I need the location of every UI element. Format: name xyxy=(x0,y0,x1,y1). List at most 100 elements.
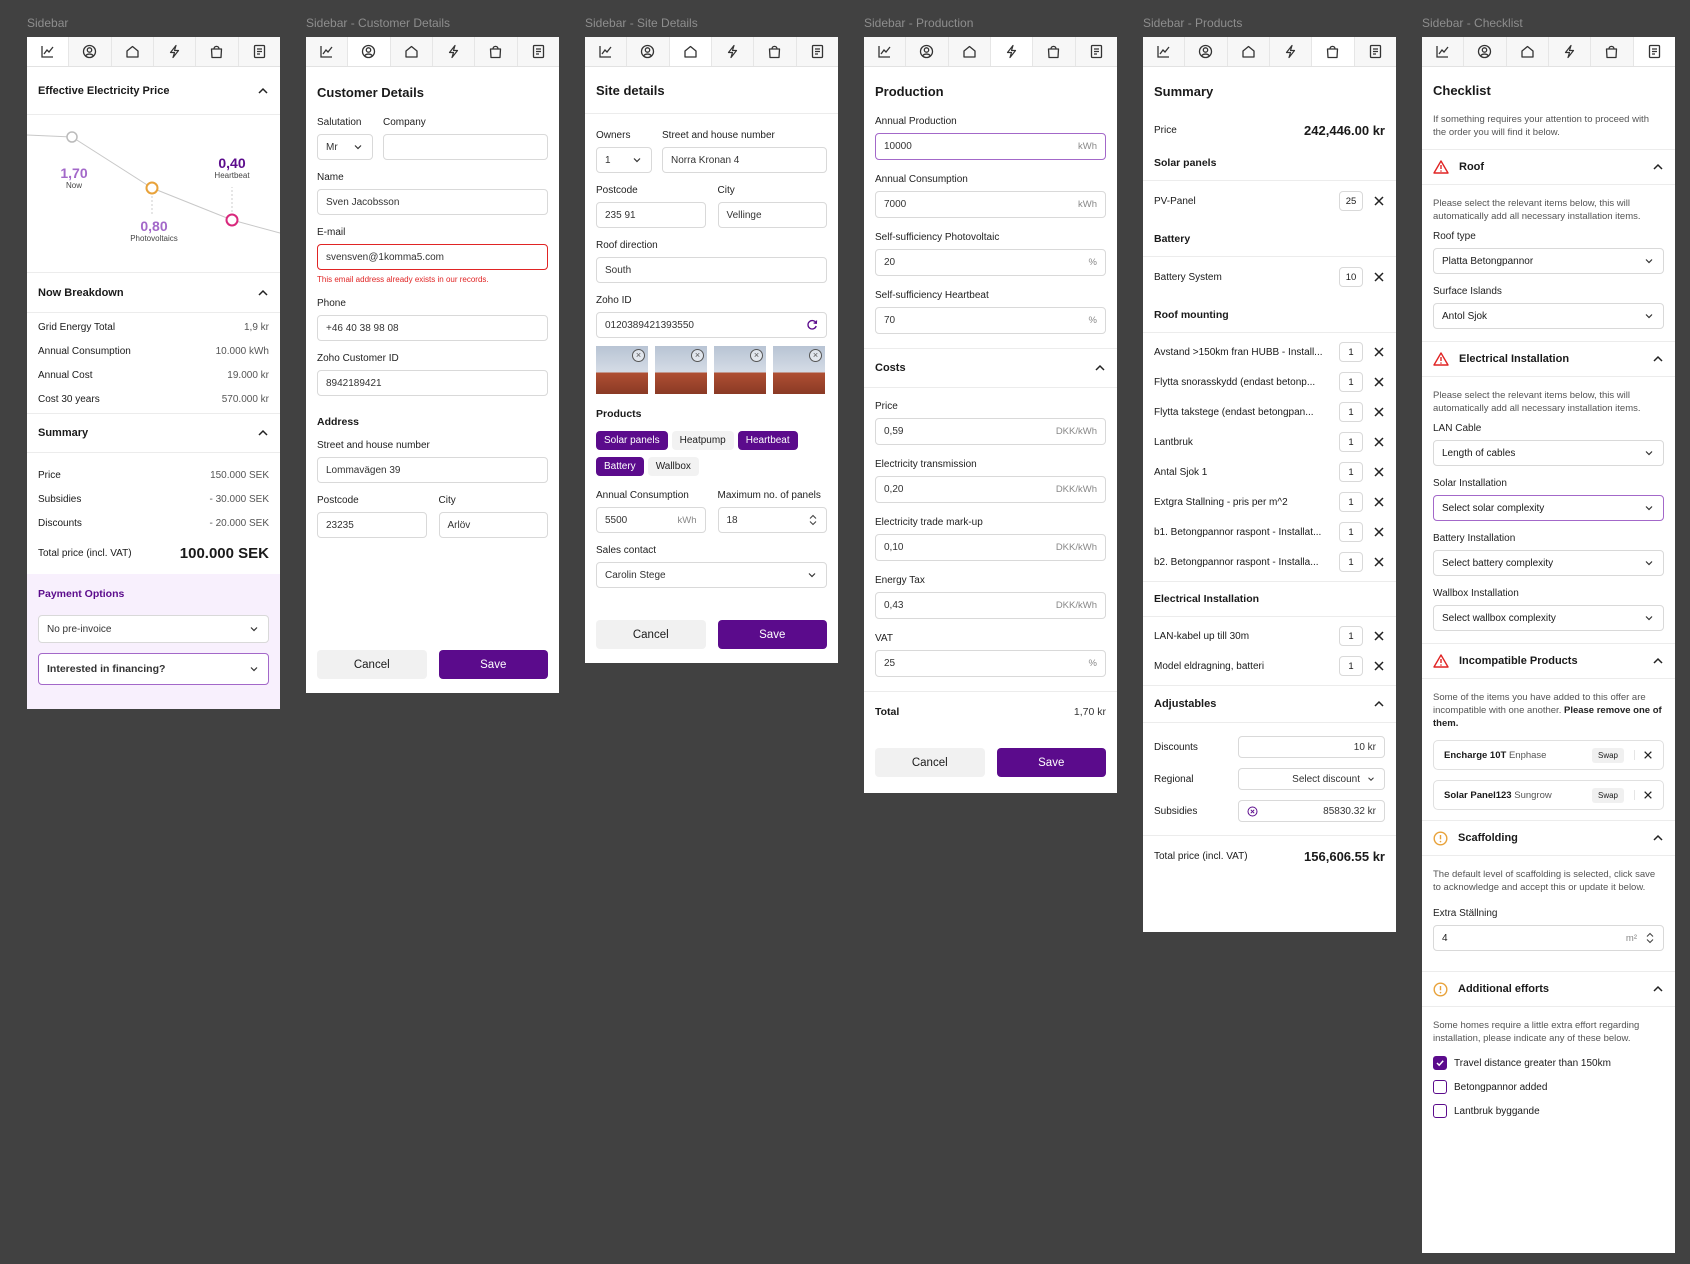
tab-user-circle[interactable] xyxy=(1185,37,1228,66)
subsidies-field[interactable]: 85830.32 kr xyxy=(1238,800,1385,822)
value-field[interactable]: 0,10 DKK/kWh xyxy=(875,534,1106,561)
quantity-field[interactable]: 1 xyxy=(1339,626,1363,646)
tab-user-circle[interactable] xyxy=(627,37,670,66)
effort-checkbox[interactable]: Travel distance greater than 150km xyxy=(1422,1051,1675,1075)
tab-lightning[interactable] xyxy=(1270,37,1313,66)
save-button[interactable]: Save xyxy=(438,650,548,679)
efforts-header[interactable]: Additional efforts xyxy=(1422,971,1675,1007)
tab-chart[interactable] xyxy=(864,37,907,66)
swap-button[interactable]: Swap xyxy=(1591,787,1624,803)
quantity-field[interactable]: 1 xyxy=(1339,402,1363,422)
value-field[interactable]: 0,43 DKK/kWh xyxy=(875,592,1106,619)
tab-house[interactable] xyxy=(112,37,154,66)
value-field[interactable]: 25% xyxy=(875,650,1106,677)
tab-notes[interactable] xyxy=(518,37,559,66)
battery-select[interactable]: Select battery complexity xyxy=(1433,550,1664,576)
tab-user-circle[interactable] xyxy=(906,37,949,66)
tab-house[interactable] xyxy=(669,37,712,66)
product-chip[interactable]: Solar panels xyxy=(596,431,668,450)
company-field[interactable] xyxy=(383,134,548,160)
roof-photo[interactable]: × xyxy=(773,346,825,394)
remove-button[interactable] xyxy=(1373,556,1385,568)
email-field[interactable]: svensven@1komma5.com xyxy=(317,244,548,270)
owners-select[interactable]: 1 xyxy=(596,147,652,173)
value-field[interactable]: 20% xyxy=(875,249,1106,276)
pre-invoice-select[interactable]: No pre-invoice xyxy=(38,615,269,643)
tab-user-circle[interactable] xyxy=(1464,37,1507,66)
roof-photo[interactable]: × xyxy=(596,346,648,394)
adjustables-header[interactable]: Adjustables xyxy=(1143,685,1396,723)
remove-button[interactable] xyxy=(1373,466,1385,478)
tab-chart[interactable] xyxy=(1422,37,1465,66)
postcode-field[interactable]: 235 91 xyxy=(596,202,706,228)
street-field[interactable]: Lommavägen 39 xyxy=(317,457,548,483)
remove-photo-icon[interactable]: × xyxy=(809,349,822,362)
tab-notes[interactable] xyxy=(1076,37,1117,66)
save-button[interactable]: Save xyxy=(717,620,827,649)
panels-stepper[interactable]: 18 xyxy=(717,507,827,533)
solar-select[interactable]: Select solar complexity xyxy=(1433,495,1664,521)
remove-button[interactable] xyxy=(1373,630,1385,642)
price-section-header[interactable]: Effective Electricity Price xyxy=(27,67,280,115)
cancel-button[interactable]: Cancel xyxy=(317,650,427,679)
tab-house[interactable] xyxy=(1228,37,1270,66)
tab-bag[interactable] xyxy=(1033,37,1076,66)
zoho-field[interactable]: 0120389421393550 xyxy=(596,312,827,338)
remove-button[interactable] xyxy=(1373,346,1385,358)
remove-photo-icon[interactable]: × xyxy=(691,349,704,362)
roof-photo[interactable]: × xyxy=(655,346,707,394)
electrical-header[interactable]: Electrical Installation xyxy=(1422,341,1675,377)
roof-field[interactable]: South xyxy=(596,257,827,283)
city-field[interactable]: Vellinge xyxy=(717,202,827,228)
tab-chart[interactable] xyxy=(306,37,349,66)
remove-button[interactable] xyxy=(1373,406,1385,418)
quantity-field[interactable]: 1 xyxy=(1339,552,1363,572)
quantity-field[interactable]: 1 xyxy=(1339,342,1363,362)
save-button[interactable]: Save xyxy=(996,748,1106,777)
tab-notes[interactable] xyxy=(1355,37,1396,66)
remove-button[interactable] xyxy=(1373,496,1385,508)
remove-button[interactable] xyxy=(1634,750,1653,760)
islands-select[interactable]: Antol Sjok xyxy=(1433,303,1664,329)
tab-notes[interactable] xyxy=(1633,37,1675,66)
tab-lightning[interactable] xyxy=(990,37,1034,66)
value-field[interactable]: 10000 kWh xyxy=(875,133,1106,160)
tab-bag[interactable] xyxy=(754,37,797,66)
tab-bag[interactable] xyxy=(1312,37,1355,66)
product-chip[interactable]: Battery xyxy=(596,457,644,476)
name-field[interactable]: Sven Jacobsson xyxy=(317,189,548,215)
regional-select[interactable]: Select discount xyxy=(1238,768,1385,790)
tab-house[interactable] xyxy=(949,37,991,66)
tab-lightning[interactable] xyxy=(433,37,476,66)
remove-button[interactable] xyxy=(1373,526,1385,538)
tab-notes[interactable] xyxy=(239,37,280,66)
quantity-field[interactable]: 1 xyxy=(1339,522,1363,542)
remove-button[interactable] xyxy=(1373,660,1385,672)
tab-lightning[interactable] xyxy=(1549,37,1592,66)
tab-chart[interactable] xyxy=(585,37,628,66)
street-field[interactable]: Norra Kronan 4 xyxy=(662,147,827,173)
extra-stepper[interactable]: 4 m² xyxy=(1433,925,1664,951)
roof-type-select[interactable]: Platta Betongpannor xyxy=(1433,248,1664,274)
roof-header[interactable]: Roof xyxy=(1422,149,1675,185)
remove-button[interactable] xyxy=(1373,195,1385,207)
quantity-field[interactable]: 1 xyxy=(1339,656,1363,676)
phone-field[interactable]: +46 40 38 98 08 xyxy=(317,315,548,341)
value-field[interactable]: 70% xyxy=(875,307,1106,334)
tab-lightning[interactable] xyxy=(712,37,755,66)
remove-photo-icon[interactable]: × xyxy=(750,349,763,362)
effort-checkbox[interactable]: Betongpannor added xyxy=(1422,1075,1675,1099)
tab-notes[interactable] xyxy=(797,37,838,66)
wallbox-select[interactable]: Select wallbox complexity xyxy=(1433,605,1664,631)
remove-photo-icon[interactable]: × xyxy=(632,349,645,362)
remove-button[interactable] xyxy=(1634,790,1653,800)
quantity-field[interactable]: 1 xyxy=(1339,492,1363,512)
consumption-field[interactable]: 5500 kWh xyxy=(596,507,706,533)
value-field[interactable]: 0,59 DKK/kWh xyxy=(875,418,1106,445)
swap-button[interactable]: Swap xyxy=(1591,747,1624,763)
remove-button[interactable] xyxy=(1373,436,1385,448)
roof-photo[interactable]: × xyxy=(714,346,766,394)
tab-bag[interactable] xyxy=(475,37,518,66)
lan-select[interactable]: Length of cables xyxy=(1433,440,1664,466)
remove-button[interactable] xyxy=(1373,271,1385,283)
